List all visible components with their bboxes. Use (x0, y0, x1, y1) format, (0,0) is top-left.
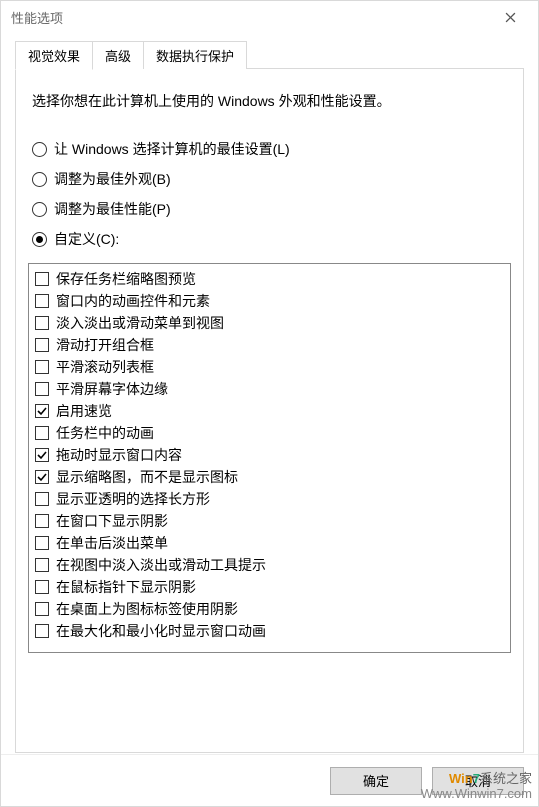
checkbox-label: 显示亚透明的选择长方形 (56, 489, 210, 509)
visual-effects-list[interactable]: 保存任务栏缩略图预览窗口内的动画控件和元素淡入淡出或滑动菜单到视图滑动打开组合框… (28, 263, 511, 653)
tab-label: 数据执行保护 (156, 49, 234, 64)
checkbox-icon (35, 514, 49, 528)
radio-label: 调整为最佳外观(B) (54, 169, 171, 189)
checkbox-icon (35, 316, 49, 330)
close-button[interactable] (490, 1, 530, 33)
checkbox-icon (35, 382, 49, 396)
checkbox-label: 在窗口下显示阴影 (56, 511, 168, 531)
radio-group: 让 Windows 选择计算机的最佳设置(L) 调整为最佳外观(B) 调整为最佳性能… (28, 139, 511, 249)
checkbox-label: 在桌面上为图标标签使用阴影 (56, 599, 238, 619)
radio-label: 调整为最佳性能(P) (54, 199, 171, 219)
list-item[interactable]: 平滑屏幕字体边缘 (35, 378, 504, 400)
checkbox-label: 平滑屏幕字体边缘 (56, 379, 168, 399)
list-item[interactable]: 在最大化和最小化时显示窗口动画 (35, 620, 504, 642)
radio-option-0[interactable]: 让 Windows 选择计算机的最佳设置(L) (32, 139, 511, 159)
tab-visual-effects[interactable]: 视觉效果 (15, 41, 93, 70)
checkbox-label: 启用速览 (56, 401, 112, 421)
checkbox-icon (35, 338, 49, 352)
checkbox-icon (35, 602, 49, 616)
tab-label: 高级 (105, 49, 131, 64)
list-item[interactable]: 窗口内的动画控件和元素 (35, 290, 504, 312)
list-item[interactable]: 任务栏中的动画 (35, 422, 504, 444)
window-title: 性能选项 (11, 8, 490, 27)
checkbox-label: 淡入淡出或滑动菜单到视图 (56, 313, 224, 333)
checkbox-icon (35, 580, 49, 594)
list-item[interactable]: 在鼠标指针下显示阴影 (35, 576, 504, 598)
list-item[interactable]: 淡入淡出或滑动菜单到视图 (35, 312, 504, 334)
checkbox-icon (35, 272, 49, 286)
radio-option-1[interactable]: 调整为最佳外观(B) (32, 169, 511, 189)
checkbox-label: 平滑滚动列表框 (56, 357, 154, 377)
checkbox-icon (35, 294, 49, 308)
radio-icon (32, 142, 47, 157)
checkbox-label: 在单击后淡出菜单 (56, 533, 168, 553)
tabstrip: 视觉效果 高级 数据执行保护 (15, 41, 524, 69)
checkbox-label: 显示缩略图，而不是显示图标 (56, 467, 238, 487)
button-label: 取消 (465, 771, 491, 790)
performance-options-window: 性能选项 视觉效果 高级 数据执行保护 选择你想在此计算机上使用的 Window… (0, 0, 539, 807)
close-icon (505, 12, 516, 23)
checkbox-label: 在最大化和最小化时显示窗口动画 (56, 621, 266, 641)
checkbox-icon (35, 624, 49, 638)
list-item[interactable]: 在桌面上为图标标签使用阴影 (35, 598, 504, 620)
tab-label: 视觉效果 (28, 49, 80, 64)
radio-icon (32, 232, 47, 247)
radio-label: 让 Windows 选择计算机的最佳设置(L) (54, 139, 290, 159)
checkbox-icon (35, 404, 49, 418)
list-item[interactable]: 滑动打开组合框 (35, 334, 504, 356)
list-item[interactable]: 在视图中淡入淡出或滑动工具提示 (35, 554, 504, 576)
checkbox-label: 窗口内的动画控件和元素 (56, 291, 210, 311)
radio-option-3[interactable]: 自定义(C): (32, 229, 511, 249)
list-item[interactable]: 显示亚透明的选择长方形 (35, 488, 504, 510)
titlebar: 性能选项 (1, 1, 538, 33)
checkbox-icon (35, 558, 49, 572)
checkbox-label: 保存任务栏缩略图预览 (56, 269, 196, 289)
tab-dep[interactable]: 数据执行保护 (144, 41, 247, 69)
radio-icon (32, 202, 47, 217)
checkbox-label: 拖动时显示窗口内容 (56, 445, 182, 465)
ok-button[interactable]: 确定 (330, 767, 422, 795)
checkbox-label: 任务栏中的动画 (56, 423, 154, 443)
checkbox-icon (35, 426, 49, 440)
tab-advanced[interactable]: 高级 (93, 41, 144, 69)
instruction-text: 选择你想在此计算机上使用的 Windows 外观和性能设置。 (32, 91, 507, 111)
checkbox-icon (35, 492, 49, 506)
cancel-button[interactable]: 取消 (432, 767, 524, 795)
list-item[interactable]: 拖动时显示窗口内容 (35, 444, 504, 466)
list-item[interactable]: 保存任务栏缩略图预览 (35, 268, 504, 290)
content-area: 视觉效果 高级 数据执行保护 选择你想在此计算机上使用的 Windows 外观和… (1, 33, 538, 754)
list-item[interactable]: 显示缩略图，而不是显示图标 (35, 466, 504, 488)
dialog-footer: 确定 取消 Win7系统之家 Www.Winwin7.com (1, 754, 538, 806)
list-item[interactable]: 在窗口下显示阴影 (35, 510, 504, 532)
radio-option-2[interactable]: 调整为最佳性能(P) (32, 199, 511, 219)
list-item[interactable]: 平滑滚动列表框 (35, 356, 504, 378)
list-item[interactable]: 启用速览 (35, 400, 504, 422)
radio-icon (32, 172, 47, 187)
tabpanel-visual-effects: 选择你想在此计算机上使用的 Windows 外观和性能设置。 让 Windows… (15, 68, 524, 753)
checkbox-label: 在鼠标指针下显示阴影 (56, 577, 196, 597)
checkbox-icon (35, 470, 49, 484)
checkbox-icon (35, 360, 49, 374)
checkbox-label: 滑动打开组合框 (56, 335, 154, 355)
checkbox-label: 在视图中淡入淡出或滑动工具提示 (56, 555, 266, 575)
radio-label: 自定义(C): (54, 229, 119, 249)
checkbox-icon (35, 536, 49, 550)
checkbox-icon (35, 448, 49, 462)
button-label: 确定 (363, 771, 389, 790)
list-item[interactable]: 在单击后淡出菜单 (35, 532, 504, 554)
